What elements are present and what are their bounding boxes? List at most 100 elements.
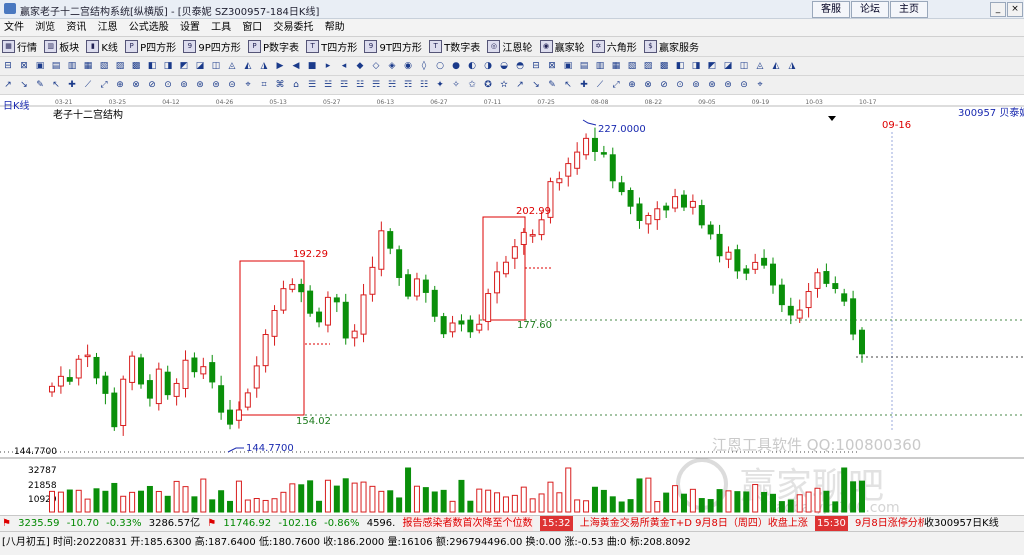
analysis-tool-20-icon[interactable]: ☰ <box>306 79 318 91</box>
winner-wheel-button[interactable]: ◉ 赢家轮 <box>539 38 585 54</box>
draw-tool-12-icon[interactable]: ◩ <box>178 60 190 72</box>
candle[interactable] <box>476 323 483 331</box>
candle[interactable] <box>502 261 509 275</box>
analysis-tool-27-icon[interactable]: ☷ <box>418 79 430 91</box>
candle[interactable] <box>761 257 768 266</box>
draw-tool-24-icon[interactable]: ◇ <box>370 60 382 72</box>
analysis-tool-30-icon[interactable]: ✩ <box>466 79 478 91</box>
draw-tool-35-icon[interactable]: ⊠ <box>546 60 558 72</box>
candle[interactable] <box>485 293 492 323</box>
draw-tool-3-icon[interactable]: ▣ <box>34 60 46 72</box>
draw-tool-6-icon[interactable]: ▦ <box>82 60 94 72</box>
support-button[interactable]: 客服 <box>812 1 850 18</box>
draw-tool-1-icon[interactable]: ⊟ <box>2 60 14 72</box>
candle[interactable] <box>209 362 216 383</box>
analysis-tool-5-icon[interactable]: ✚ <box>66 79 78 91</box>
draw-tool-22-icon[interactable]: ◂ <box>338 60 350 72</box>
analysis-tool-4-icon[interactable]: ↖ <box>50 79 62 91</box>
draw-tool-47-icon[interactable]: ◫ <box>738 60 750 72</box>
gann-wheel-button[interactable]: ◎ 江恩轮 <box>487 38 532 54</box>
analysis-tool-39-icon[interactable]: ⤢ <box>610 79 622 91</box>
analysis-tool-15-icon[interactable]: ⊝ <box>226 79 238 91</box>
candle[interactable] <box>672 196 679 209</box>
kline-button[interactable]: ▮ K线 <box>86 38 118 54</box>
candle[interactable] <box>316 311 323 323</box>
analysis-tool-24-icon[interactable]: ☴ <box>370 79 382 91</box>
analysis-tool-18-icon[interactable]: ⌘ <box>274 79 286 91</box>
candle[interactable] <box>66 377 73 382</box>
analysis-tool-16-icon[interactable]: ⌖ <box>242 79 254 91</box>
analysis-tool-12-icon[interactable]: ⊚ <box>178 79 190 91</box>
candle[interactable] <box>636 203 643 221</box>
close-icon[interactable]: × <box>1007 2 1023 17</box>
analysis-tool-41-icon[interactable]: ⊗ <box>642 79 654 91</box>
candle[interactable] <box>841 293 848 302</box>
menu-browse[interactable]: 浏览 <box>31 19 59 36</box>
analysis-tool-11-icon[interactable]: ⊙ <box>162 79 174 91</box>
candle[interactable] <box>378 230 385 270</box>
candle[interactable] <box>182 359 189 389</box>
candle[interactable] <box>583 137 590 156</box>
draw-tool-20-icon[interactable]: ■ <box>306 60 318 72</box>
draw-tool-23-icon[interactable]: ◆ <box>354 60 366 72</box>
draw-tool-39-icon[interactable]: ▦ <box>610 60 622 72</box>
candle[interactable] <box>591 137 598 152</box>
candle[interactable] <box>698 205 705 226</box>
candle[interactable] <box>707 224 714 235</box>
analysis-tool-22-icon[interactable]: ☲ <box>338 79 350 91</box>
menu-settings[interactable]: 设置 <box>176 19 204 36</box>
service-button[interactable]: $ 赢家服务 <box>643 38 699 54</box>
menu-tools[interactable]: 工具 <box>207 19 235 36</box>
analysis-tool-37-icon[interactable]: ✚ <box>578 79 590 91</box>
p-square-button[interactable]: P P四方形 <box>125 38 176 54</box>
candle[interactable] <box>227 409 234 425</box>
candle[interactable] <box>467 319 474 333</box>
draw-tool-30-icon[interactable]: ◐ <box>466 60 478 72</box>
draw-tool-10-icon[interactable]: ◧ <box>146 60 158 72</box>
candle[interactable] <box>787 305 794 316</box>
candle[interactable] <box>538 219 545 236</box>
candle[interactable] <box>734 249 741 272</box>
analysis-tool-10-icon[interactable]: ⊘ <box>146 79 158 91</box>
candle[interactable] <box>351 330 358 339</box>
analysis-tool-9-icon[interactable]: ⊗ <box>130 79 142 91</box>
menu-news[interactable]: 资讯 <box>62 19 90 36</box>
analysis-tool-21-icon[interactable]: ☱ <box>322 79 334 91</box>
candle[interactable] <box>565 163 572 177</box>
candle[interactable] <box>654 208 661 221</box>
candle[interactable] <box>449 322 456 333</box>
draw-tool-18-icon[interactable]: ▶ <box>274 60 286 72</box>
candle[interactable] <box>218 385 225 413</box>
news-item-1[interactable]: 报告感染者数首次降至个位数 <box>402 516 533 532</box>
candle[interactable] <box>387 231 394 249</box>
candle[interactable] <box>689 200 696 208</box>
candle[interactable] <box>173 382 180 397</box>
draw-tool-2-icon[interactable]: ⊠ <box>18 60 30 72</box>
draw-tool-17-icon[interactable]: ◮ <box>258 60 270 72</box>
analysis-tool-48-icon[interactable]: ⌖ <box>754 79 766 91</box>
candle[interactable] <box>832 283 839 290</box>
draw-tool-14-icon[interactable]: ◫ <box>210 60 222 72</box>
draw-tool-16-icon[interactable]: ◭ <box>242 60 254 72</box>
analysis-tool-40-icon[interactable]: ⊕ <box>626 79 638 91</box>
candle[interactable] <box>57 375 64 387</box>
news-item-2[interactable]: 上海黄金交易所黄金T+D 9月8日（周四）收盘上涨 <box>580 516 808 532</box>
candle[interactable] <box>600 152 607 155</box>
candle[interactable] <box>262 334 269 367</box>
draw-tool-50-icon[interactable]: ◮ <box>786 60 798 72</box>
analysis-tool-45-icon[interactable]: ⊛ <box>706 79 718 91</box>
analysis-tool-23-icon[interactable]: ☳ <box>354 79 366 91</box>
draw-tool-43-icon[interactable]: ◧ <box>674 60 686 72</box>
analysis-tool-38-icon[interactable]: ⟋ <box>594 79 606 91</box>
candle[interactable] <box>431 289 438 317</box>
candle[interactable] <box>627 190 634 207</box>
candle[interactable] <box>520 231 527 245</box>
candle[interactable] <box>360 294 367 335</box>
candle[interactable] <box>164 371 171 396</box>
candle[interactable] <box>796 309 803 319</box>
candle[interactable] <box>440 316 447 335</box>
candle[interactable] <box>369 266 376 295</box>
candle[interactable] <box>529 234 536 237</box>
candle[interactable] <box>333 297 340 303</box>
draw-tool-36-icon[interactable]: ▣ <box>562 60 574 72</box>
